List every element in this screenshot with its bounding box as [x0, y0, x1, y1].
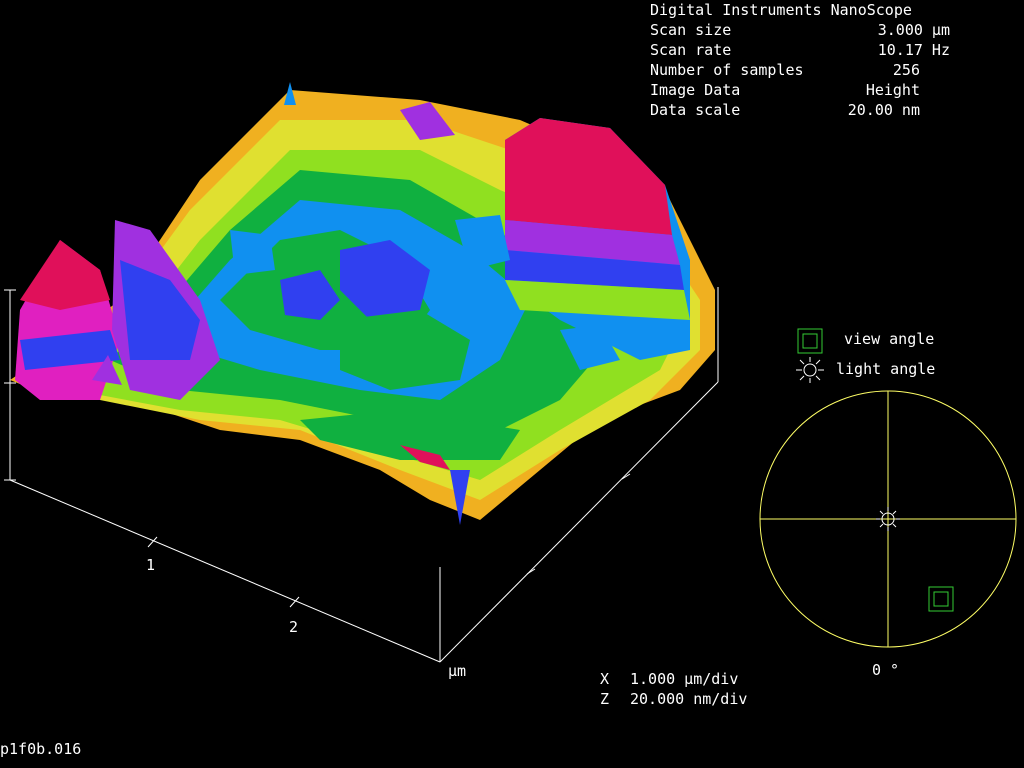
z-scale-prefix: Z [600, 690, 610, 708]
view-angle-icon[interactable] [797, 328, 823, 354]
angle-dial[interactable] [759, 390, 1017, 648]
x-scale-prefix: X [600, 670, 610, 688]
view-angle-marker[interactable] [928, 586, 954, 612]
light-angle-label: light angle [836, 360, 936, 378]
light-angle-icon[interactable] [796, 357, 824, 383]
z-scale-value: 20.000 nm/div [630, 690, 748, 708]
filename-label: p1f0b.016 [0, 740, 82, 758]
view-angle-label: view angle [844, 330, 935, 348]
nanoscope-screen: 1 2 µm Digital Instruments NanoScope Sca… [0, 0, 1024, 768]
angle-readout: 0 ° [872, 661, 900, 679]
angle-panel [759, 328, 1017, 648]
x-scale-value: 1.000 µm/div [630, 670, 739, 688]
